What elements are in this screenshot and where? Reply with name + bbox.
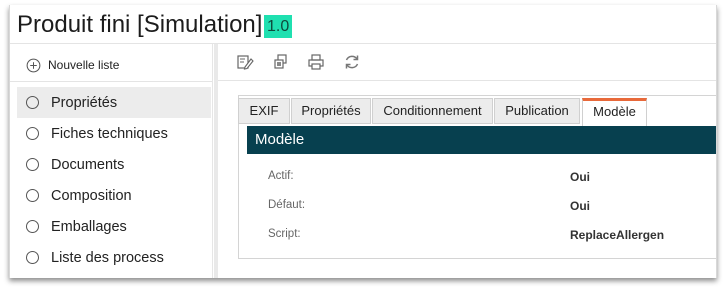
field-value: Oui [570, 170, 590, 184]
main-panel: EXIF Propriétés Conditionnement Publicat… [218, 44, 716, 278]
sidebar-item-label: Propriétés [51, 94, 118, 111]
new-list-button[interactable]: Nouvelle liste [26, 56, 119, 74]
radio-icon [26, 189, 39, 202]
sidebar-item-proprietes[interactable]: Propriétés [17, 87, 211, 118]
title-bar: Produit fini [Simulation] 1.0 [10, 5, 716, 45]
radio-icon [26, 127, 39, 140]
plus-circle-icon [26, 58, 41, 72]
app-window: Produit fini [Simulation] 1.0 Nouvelle l… [9, 5, 717, 278]
field-label: Défaut: [268, 199, 306, 211]
field-value: Oui [570, 199, 590, 213]
sidebar-item-fiches-techniques[interactable]: Fiches techniques [17, 118, 211, 149]
toolbar [218, 44, 716, 80]
radio-icon [26, 220, 39, 233]
sidebar-item-composition[interactable]: Composition [17, 180, 211, 211]
copy-icon[interactable] [272, 53, 290, 71]
radio-icon [26, 96, 39, 109]
field-label: Actif: [268, 170, 294, 182]
field-label: Script: [268, 228, 301, 240]
sidebar-divider [10, 81, 212, 82]
tab-modele[interactable]: Modèle [582, 98, 647, 126]
field-row-defaut: Défaut: Oui [268, 199, 716, 215]
sidebar-item-label: Documents [51, 156, 125, 173]
sidebar-item-label: Emballages [51, 218, 127, 235]
sidebar-item-emballages[interactable]: Emballages [17, 211, 211, 242]
page-title: Produit fini [Simulation] [17, 11, 263, 38]
tab-exif[interactable]: EXIF [238, 98, 290, 124]
radio-icon [26, 158, 39, 171]
radio-icon [26, 251, 39, 264]
edit-icon[interactable] [236, 53, 254, 71]
version-badge: 1.0 [264, 15, 293, 38]
sidebar-item-label: Fiches techniques [51, 125, 168, 142]
field-value: ReplaceAllergen [570, 228, 665, 242]
refresh-icon[interactable] [343, 53, 361, 71]
toolbar-divider [218, 80, 716, 81]
tab-publication[interactable]: Publication [494, 98, 580, 124]
print-icon[interactable] [307, 53, 325, 71]
new-list-label: Nouvelle liste [48, 58, 120, 72]
section-header: Modèle [247, 126, 716, 154]
sidebar-item-documents[interactable]: Documents [17, 149, 211, 180]
sidebar-item-label: Liste des process [51, 249, 164, 266]
field-row-script: Script: ReplaceAllergen [268, 228, 716, 244]
sidebar: Nouvelle liste Propriétés Fiches techniq… [10, 44, 213, 278]
tab-proprietes[interactable]: Propriétés [291, 98, 371, 124]
sidebar-item-label: Composition [51, 187, 132, 204]
sidebar-item-liste-des-process[interactable]: Liste des process [17, 242, 211, 273]
tab-conditionnement[interactable]: Conditionnement [372, 98, 493, 124]
field-row-actif: Actif: Oui [268, 170, 716, 186]
